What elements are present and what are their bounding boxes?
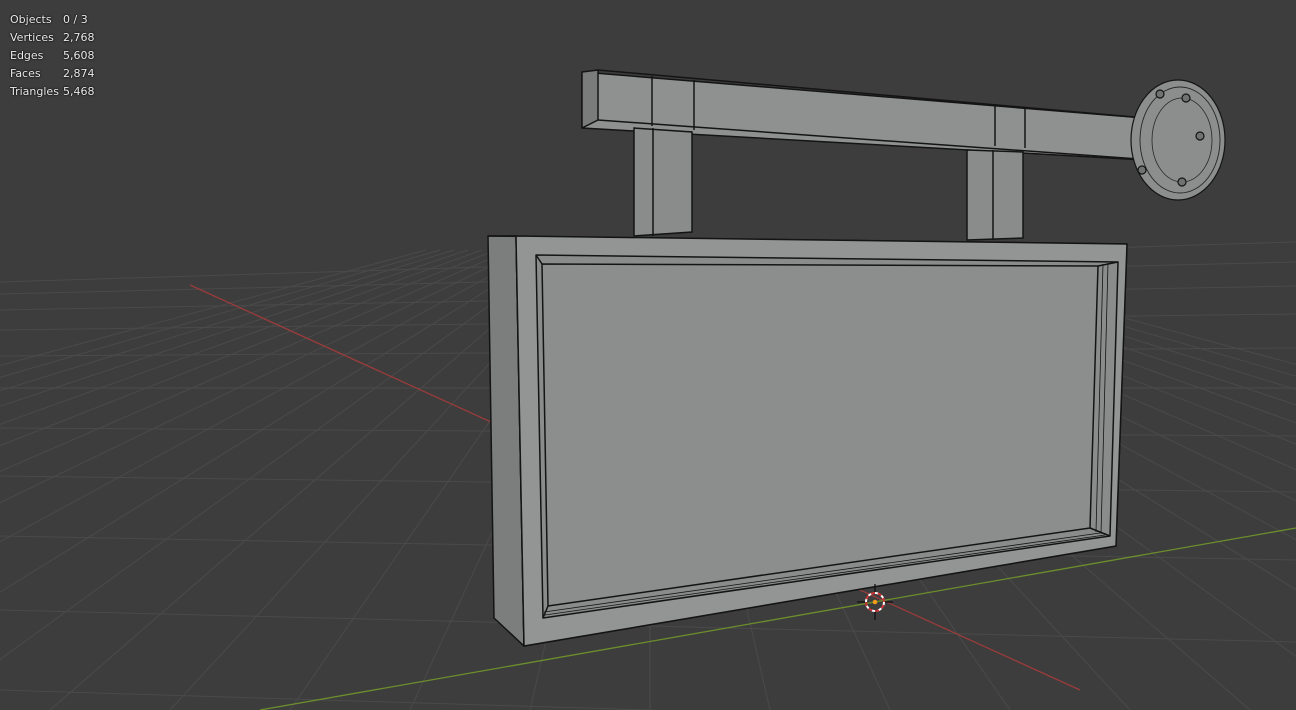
grid-line: [0, 249, 567, 660]
stat-label: Vertices: [10, 31, 54, 44]
stat-label: Faces: [10, 67, 41, 80]
grid-line: [0, 249, 455, 392]
stat-row-vertices: Vertices 2,768: [10, 29, 95, 47]
stat-label: Triangles: [10, 85, 59, 98]
stat-label: Edges: [10, 49, 44, 62]
grid-line: [0, 689, 665, 710]
stat-value: 0 / 3: [63, 13, 88, 26]
stat-row-objects: Objects 0 / 3: [10, 11, 95, 29]
grid-line: [0, 249, 511, 472]
screw-icon: [1181, 93, 1191, 103]
grid-line: [0, 249, 553, 593]
wall-mount-plate[interactable]: [1130, 79, 1226, 201]
scene-statistics-overlay: Objects 0 / 3 Vertices 2,768 Edges 5,608…: [10, 11, 95, 101]
grid-line: [0, 249, 483, 425]
stat-row-triangles: Triangles 5,468: [10, 83, 95, 101]
screw-icon: [1137, 165, 1147, 175]
stat-row-edges: Edges 5,608: [10, 47, 95, 65]
viewport-scene[interactable]: [0, 0, 1296, 710]
stat-label: Objects: [10, 13, 52, 26]
screw-icon: [1155, 89, 1165, 99]
stat-value: 5,468: [63, 85, 95, 98]
grid-line: [0, 249, 539, 543]
screw-icon: [1177, 177, 1187, 187]
3d-viewport[interactable]: Objects 0 / 3 Vertices 2,768 Edges 5,608…: [0, 0, 1296, 710]
stat-row-faces: Faces 2,874: [10, 65, 95, 83]
stat-value: 2,768: [63, 31, 95, 44]
grid-line: [0, 249, 441, 378]
stat-value: 2,874: [63, 67, 95, 80]
hanging-sign-board[interactable]: [487, 235, 1128, 647]
screw-icon: [1195, 131, 1205, 141]
stat-value: 5,608: [63, 49, 95, 62]
